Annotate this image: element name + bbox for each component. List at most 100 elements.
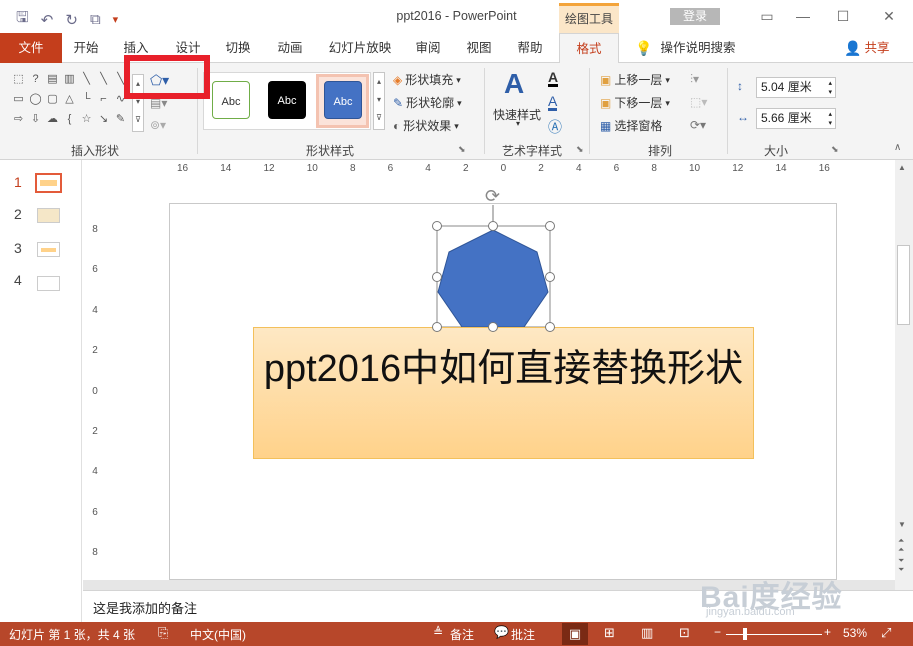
resize-handle[interactable] bbox=[545, 221, 555, 231]
spelling-icon[interactable]: ⎘ bbox=[158, 625, 168, 641]
group-icon[interactable]: ⬚▾ bbox=[690, 95, 707, 109]
resize-handle[interactable] bbox=[432, 272, 442, 282]
slideshow-icon[interactable]: ⊡ bbox=[679, 625, 690, 641]
scroll-up-icon[interactable]: ▲ bbox=[898, 163, 906, 172]
tab-review[interactable]: 审阅 bbox=[406, 33, 450, 63]
resize-handle[interactable] bbox=[545, 272, 555, 282]
slide-thumbnail-4[interactable] bbox=[37, 276, 60, 291]
ruler-tick-label: 14 bbox=[775, 162, 787, 174]
oval-shape-icon[interactable]: ◯ bbox=[28, 92, 43, 106]
tab-slideshow[interactable]: 幻灯片放映 bbox=[322, 33, 398, 63]
callout-shape-icon[interactable]: ? bbox=[28, 72, 43, 86]
slide-thumbnail-3[interactable] bbox=[37, 242, 60, 257]
share-button[interactable]: 共享 bbox=[862, 33, 892, 63]
heptagon-shape[interactable]: ⟳ bbox=[430, 180, 560, 335]
width-input[interactable]: 5.66 厘米 ▴ ▾ bbox=[756, 108, 836, 129]
dialog-launcher-icon[interactable]: ⬊ bbox=[576, 144, 584, 155]
rounded-rect-shape-icon[interactable]: ▢ bbox=[45, 92, 60, 106]
elbow-connector-icon[interactable]: └ bbox=[79, 92, 94, 106]
slide-number: 3 bbox=[14, 240, 22, 256]
down-arrow-shape-icon[interactable]: ⇩ bbox=[28, 112, 43, 126]
resize-handle[interactable] bbox=[432, 221, 442, 231]
fit-to-window-icon[interactable]: ⤢ bbox=[881, 625, 891, 641]
rotate-icon[interactable]: ⟳▾ bbox=[690, 118, 706, 132]
zoom-level[interactable]: 53% bbox=[843, 626, 867, 640]
tab-home[interactable]: 开始 bbox=[64, 33, 108, 63]
right-arrow-shape-icon[interactable]: ⇨ bbox=[11, 112, 26, 126]
zoom-in-icon[interactable]: + bbox=[824, 625, 831, 639]
previous-slide-icon[interactable]: ⏶ ⏶ bbox=[898, 536, 904, 554]
textbox-vertical-icon[interactable]: ▥ bbox=[62, 72, 77, 86]
ruler-tick-label: 12 bbox=[263, 162, 275, 174]
normal-view-icon[interactable]: ▣ bbox=[562, 623, 588, 645]
text-outline-icon[interactable]: A bbox=[548, 94, 558, 111]
reading-view-icon[interactable]: ▥ bbox=[641, 625, 653, 641]
style-preset-black[interactable]: Abc bbox=[268, 81, 306, 119]
zoom-slider-thumb[interactable] bbox=[743, 628, 747, 640]
cloud-shape-icon[interactable]: ☁ bbox=[45, 112, 60, 126]
brace-shape-icon[interactable]: { bbox=[62, 112, 77, 126]
textbox-horizontal-icon[interactable]: ▤ bbox=[45, 72, 60, 86]
send-backward-button[interactable]: ▣ 下移一层 ▾ bbox=[600, 93, 670, 113]
styles-gallery-scroll[interactable]: ▴ ▾ ⊽ bbox=[373, 72, 385, 130]
textbox-shape-icon[interactable]: ⬚ bbox=[11, 72, 26, 86]
ruler-tick-label: 2 bbox=[92, 425, 98, 437]
tab-format[interactable]: 格式 bbox=[559, 33, 619, 63]
text-effects-icon[interactable]: Ⓐ bbox=[548, 117, 562, 137]
notes-button[interactable]: 备注 bbox=[450, 626, 474, 643]
scroll-down-icon[interactable]: ▼ bbox=[898, 520, 906, 529]
slide-thumbnail-1[interactable] bbox=[35, 173, 62, 193]
shape-outline-button[interactable]: ✎ 形状轮廓 ▾ bbox=[393, 93, 462, 113]
text-fill-icon[interactable]: A bbox=[548, 70, 559, 87]
ruler-tick-label: 8 bbox=[92, 224, 98, 235]
next-slide-icon[interactable]: ⏷ ⏷ bbox=[898, 556, 904, 574]
tab-file[interactable]: 文件 bbox=[0, 33, 62, 63]
maximize-icon[interactable]: ☐ bbox=[830, 5, 856, 27]
login-button[interactable]: 登录 bbox=[670, 8, 720, 25]
close-icon[interactable]: ✕ bbox=[876, 5, 902, 27]
height-input[interactable]: 5.04 厘米 ▴ ▾ bbox=[756, 77, 836, 98]
slide-thumbnail-2[interactable] bbox=[37, 208, 60, 223]
scroll-thumb[interactable] bbox=[897, 245, 910, 325]
zoom-out-icon[interactable]: − bbox=[714, 625, 721, 639]
tell-me-search[interactable]: 操作说明搜索 bbox=[656, 33, 740, 63]
tab-help[interactable]: 帮助 bbox=[508, 33, 552, 63]
star-shape-icon[interactable]: ☆ bbox=[79, 112, 94, 126]
dialog-launcher-icon[interactable]: ⬊ bbox=[458, 144, 466, 155]
resize-handle[interactable] bbox=[488, 322, 498, 332]
quick-styles-dropdown-icon[interactable]: ▾ bbox=[516, 119, 520, 128]
resize-handle[interactable] bbox=[545, 322, 555, 332]
line-shape-icon[interactable]: ╲ bbox=[79, 72, 94, 86]
rectangle-shape-icon[interactable]: ▭ bbox=[11, 92, 26, 106]
style-preset-white[interactable]: Abc bbox=[212, 81, 250, 119]
zoom-slider[interactable] bbox=[726, 634, 822, 635]
bring-forward-button[interactable]: ▣ 上移一层 ▾ bbox=[600, 70, 670, 90]
collapse-ribbon-icon[interactable]: ∧ bbox=[894, 142, 901, 153]
style-preset-blue[interactable]: Abc bbox=[324, 81, 362, 119]
resize-handle[interactable] bbox=[432, 322, 442, 332]
arrow-line-icon[interactable]: ↘ bbox=[96, 112, 111, 126]
slide-sorter-icon[interactable]: ⊞ bbox=[604, 625, 615, 641]
selection-pane-button[interactable]: ▦ 选择窗格 bbox=[600, 116, 662, 136]
comments-button[interactable]: 批注 bbox=[511, 626, 535, 643]
align-icon[interactable]: ⫶▾ bbox=[690, 72, 699, 87]
tab-transitions[interactable]: 切换 bbox=[216, 33, 260, 63]
resize-handle[interactable] bbox=[488, 221, 498, 231]
ribbon-display-icon[interactable]: ▭ bbox=[754, 5, 780, 27]
line2-shape-icon[interactable]: ╲ bbox=[96, 72, 111, 86]
tab-animations[interactable]: 动画 bbox=[268, 33, 312, 63]
shape-fill-button[interactable]: ◈ 形状填充 ▾ bbox=[393, 70, 461, 90]
group-label-size: 大小 bbox=[763, 144, 788, 158]
minimize-icon[interactable]: — bbox=[790, 5, 816, 27]
connector-icon[interactable]: ⌐ bbox=[96, 92, 111, 106]
language-indicator[interactable]: 中文(中国) bbox=[190, 626, 246, 643]
tab-view[interactable]: 视图 bbox=[457, 33, 501, 63]
dialog-launcher-icon[interactable]: ⬊ bbox=[831, 144, 839, 155]
shape-effects-button[interactable]: ◐ 形状效果 ▾ bbox=[393, 116, 459, 136]
merge-shapes-icon[interactable]: ⊚▾ bbox=[150, 118, 166, 132]
triangle-shape-icon[interactable]: △ bbox=[62, 92, 77, 106]
ruler-tick-label: 14 bbox=[220, 162, 232, 174]
vertical-ruler: 8 6 4 2 0 2 4 6 8 bbox=[87, 204, 103, 578]
slide-title-textbox[interactable]: ppt2016中如何直接替换形状 bbox=[253, 327, 754, 459]
freeform-icon[interactable]: ✎ bbox=[113, 112, 128, 126]
